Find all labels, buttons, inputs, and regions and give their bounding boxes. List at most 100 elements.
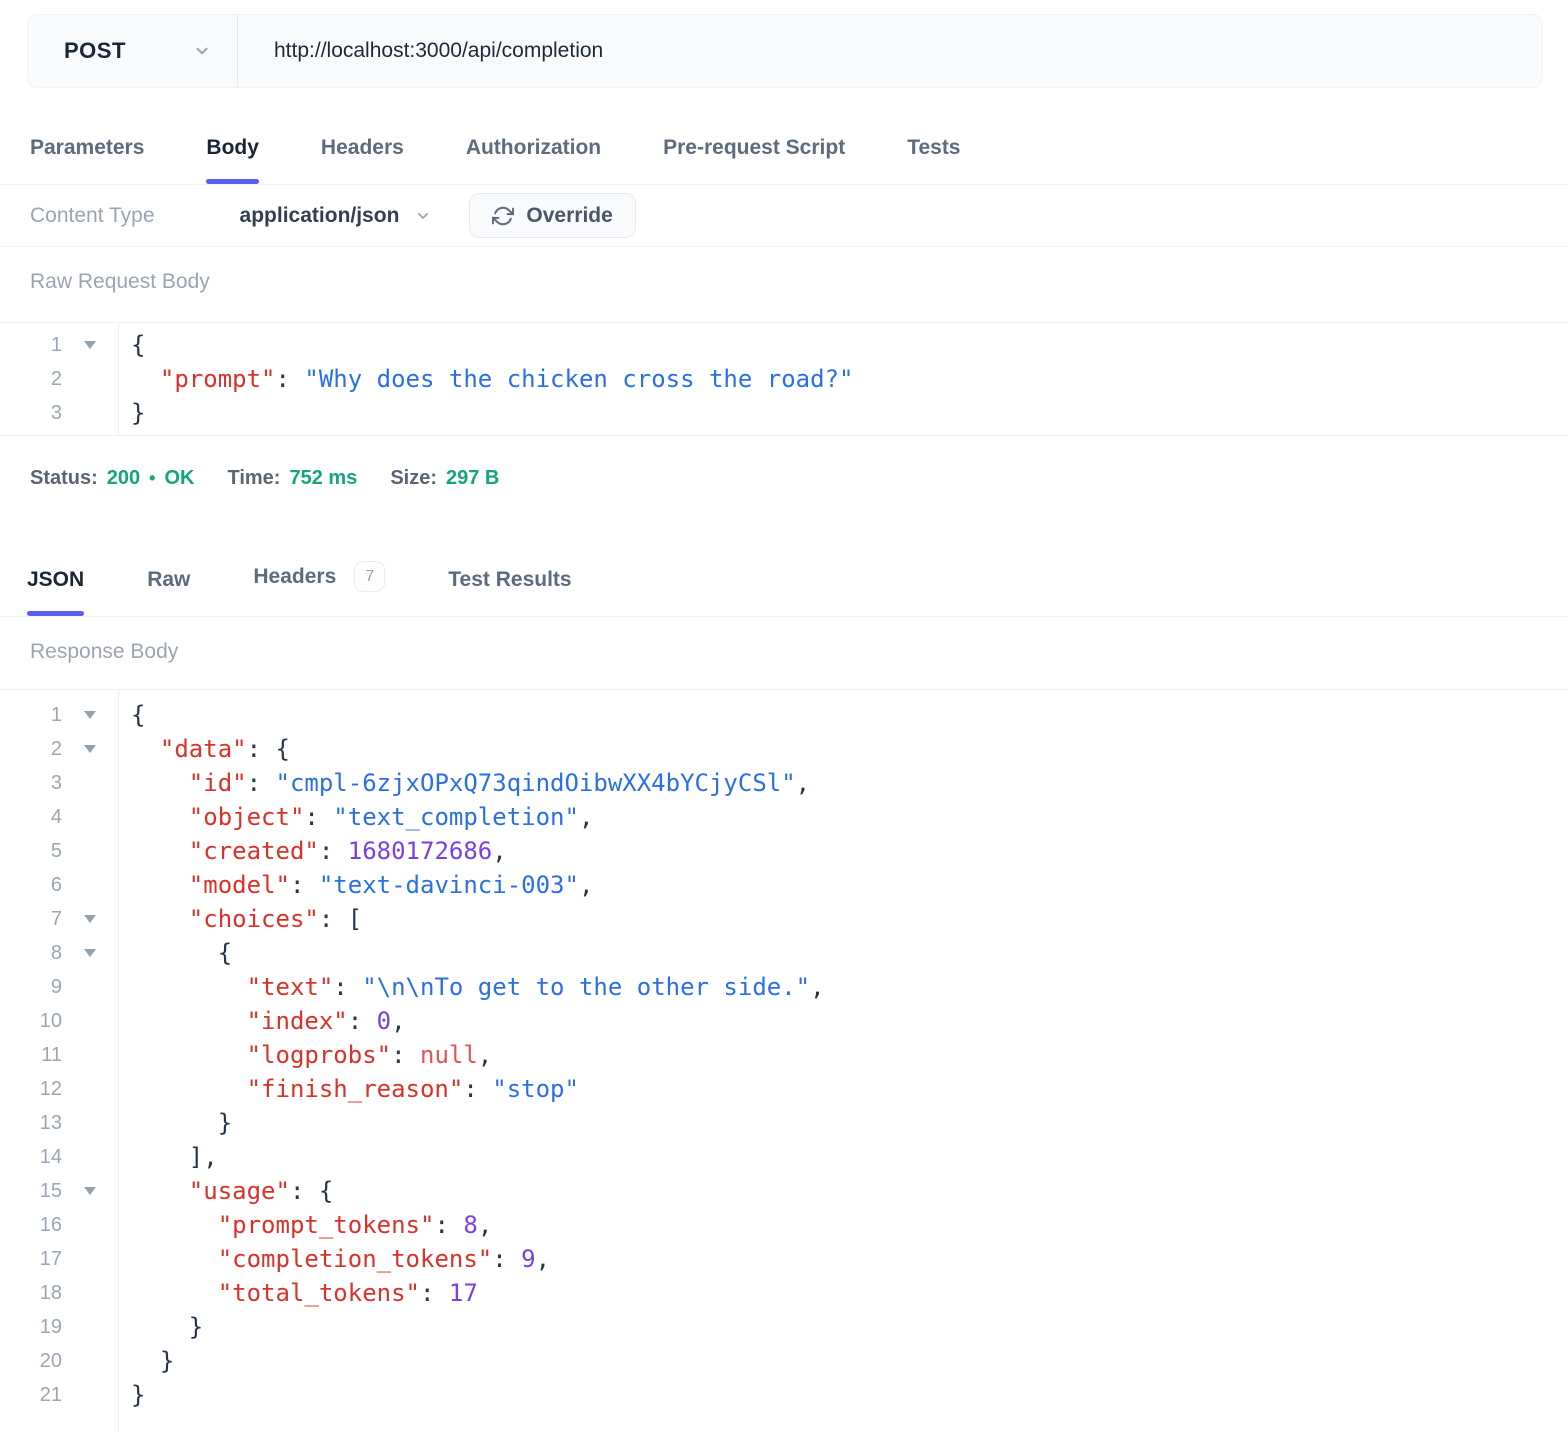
code-text: }	[131, 1347, 175, 1375]
response-status-bar: Status: 200 • OK Time: 752 ms Size: 297 …	[0, 436, 1568, 514]
tab-headers[interactable]: Headers	[321, 136, 404, 184]
line-number: 15	[39, 1179, 62, 1202]
code-line[interactable]: 1{	[0, 328, 1568, 362]
code-line[interactable]: 3}	[0, 396, 1568, 430]
content-type-label: Content Type	[30, 203, 155, 227]
method-label: POST	[64, 38, 126, 63]
size-label: Size:	[390, 467, 437, 489]
code-line[interactable]: 10 "index": 0,	[0, 1004, 1568, 1038]
code-text: "completion_tokens": 9,	[217, 1245, 551, 1273]
fold-arrow-icon[interactable]	[62, 949, 118, 957]
tab-raw[interactable]: Raw	[147, 568, 190, 616]
line-number: 10	[39, 1009, 62, 1032]
response-body-editor[interactable]: 1{2 "data": {3 "id": "cmpl-6zjxOPxQ73qin…	[0, 689, 1568, 1432]
code-text: {	[131, 331, 146, 359]
override-button[interactable]: Override	[469, 193, 636, 238]
line-number: 9	[50, 975, 62, 998]
code-text: "text": "\n\nTo get to the other side.",	[246, 973, 825, 1001]
code-text: "total_tokens": 17	[217, 1279, 478, 1307]
code-line[interactable]: 19 }	[0, 1310, 1568, 1344]
url-input[interactable]: http://localhost:3000/api/completion	[238, 15, 1542, 87]
tab-pre-request-script[interactable]: Pre-request Script	[663, 136, 845, 184]
tab-response-headers-label: Headers	[253, 564, 337, 588]
code-text: }	[131, 399, 146, 427]
code-text: "usage": {	[188, 1177, 334, 1205]
code-line[interactable]: 14 ],	[0, 1140, 1568, 1174]
fold-arrow-icon[interactable]	[62, 341, 118, 349]
code-text: }	[131, 1313, 204, 1341]
tab-tests[interactable]: Tests	[907, 136, 960, 184]
code-line[interactable]: 17 "completion_tokens": 9,	[0, 1242, 1568, 1276]
line-number: 5	[50, 839, 62, 862]
line-number: 3	[50, 401, 62, 424]
fold-arrow-icon[interactable]	[62, 711, 118, 719]
line-number: 19	[39, 1315, 62, 1338]
code-line[interactable]: 4 "object": "text_completion",	[0, 800, 1568, 834]
line-number: 13	[39, 1111, 62, 1134]
content-type-select[interactable]: application/json	[240, 204, 432, 228]
code-text: {	[131, 939, 233, 967]
code-text: "data": {	[159, 735, 290, 763]
content-type-value: application/json	[239, 203, 400, 227]
tab-body[interactable]: Body	[206, 136, 259, 184]
line-number: 2	[50, 367, 62, 390]
request-tabs: Parameters Body Headers Authorization Pr…	[0, 88, 1568, 185]
line-number: 20	[39, 1349, 62, 1372]
code-text: "object": "text_completion",	[188, 803, 594, 831]
request-url-bar: POST http://localhost:3000/api/completio…	[27, 14, 1543, 88]
code-line[interactable]: 6 "model": "text-davinci-003",	[0, 868, 1568, 902]
fold-arrow-icon[interactable]	[62, 745, 118, 753]
raw-request-body-label: Raw Request Body	[30, 270, 210, 293]
content-type-row: Content Type application/json Override	[0, 185, 1568, 247]
tab-authorization[interactable]: Authorization	[466, 136, 601, 184]
time-value: 752 ms	[289, 467, 358, 489]
status-dot: •	[149, 468, 156, 488]
code-text: ],	[131, 1143, 218, 1171]
request-body-editor[interactable]: 1{2 "prompt": "Why does the chicken cros…	[0, 322, 1568, 436]
line-number: 12	[39, 1077, 62, 1100]
code-text: "created": 1680172686,	[188, 837, 507, 865]
fold-arrow-icon[interactable]	[62, 915, 118, 923]
line-number: 11	[41, 1043, 62, 1066]
method-dropdown[interactable]: POST	[28, 15, 238, 87]
line-number: 17	[39, 1247, 62, 1270]
status-group: Status: 200 • OK	[30, 467, 194, 490]
code-line[interactable]: 1{	[0, 698, 1568, 732]
fold-arrow-icon[interactable]	[62, 1187, 118, 1195]
code-line[interactable]: 5 "created": 1680172686,	[0, 834, 1568, 868]
code-line[interactable]: 7 "choices": [	[0, 902, 1568, 936]
line-number: 6	[50, 873, 62, 896]
size-group: Size: 297 B	[390, 467, 499, 490]
code-line[interactable]: 18 "total_tokens": 17	[0, 1276, 1568, 1310]
code-line[interactable]: 9 "text": "\n\nTo get to the other side.…	[0, 970, 1568, 1004]
tab-json[interactable]: JSON	[27, 568, 85, 616]
time-label: Time:	[227, 467, 281, 489]
status-text: OK	[164, 467, 195, 489]
code-text: "id": "cmpl-6zjxOPxQ73qindOibwXX4bYCjyCS…	[188, 769, 811, 797]
code-line[interactable]: 3 "id": "cmpl-6zjxOPxQ73qindOibwXX4bYCjy…	[0, 766, 1568, 800]
tab-response-headers[interactable]: Headers 7	[253, 561, 386, 616]
code-text: }	[131, 1381, 146, 1409]
refresh-icon	[492, 205, 515, 227]
code-text: "logprobs": null,	[246, 1041, 493, 1069]
tab-parameters[interactable]: Parameters	[30, 136, 144, 184]
code-line[interactable]: 2 "prompt": "Why does the chicken cross …	[0, 362, 1568, 396]
code-line[interactable]: 11 "logprobs": null,	[0, 1038, 1568, 1072]
code-text: "model": "text-davinci-003",	[188, 871, 594, 899]
code-line[interactable]: 12 "finish_reason": "stop"	[0, 1072, 1568, 1106]
time-group: Time: 752 ms	[227, 467, 357, 490]
code-line[interactable]: 20 }	[0, 1344, 1568, 1378]
code-line[interactable]: 16 "prompt_tokens": 8,	[0, 1208, 1568, 1242]
code-text: "choices": [	[188, 905, 363, 933]
code-line[interactable]: 15 "usage": {	[0, 1174, 1568, 1208]
tab-test-results[interactable]: Test Results	[448, 568, 571, 616]
code-line[interactable]: 21}	[0, 1378, 1568, 1412]
code-line[interactable]: 2 "data": {	[0, 732, 1568, 766]
code-text: "prompt": "Why does the chicken cross th…	[159, 365, 854, 393]
code-line[interactable]: 13 }	[0, 1106, 1568, 1140]
line-number: 1	[50, 703, 62, 726]
line-number: 14	[39, 1145, 62, 1168]
response-body-label: Response Body	[30, 640, 179, 663]
response-tabs: JSON Raw Headers 7 Test Results	[0, 514, 1568, 617]
code-line[interactable]: 8 {	[0, 936, 1568, 970]
